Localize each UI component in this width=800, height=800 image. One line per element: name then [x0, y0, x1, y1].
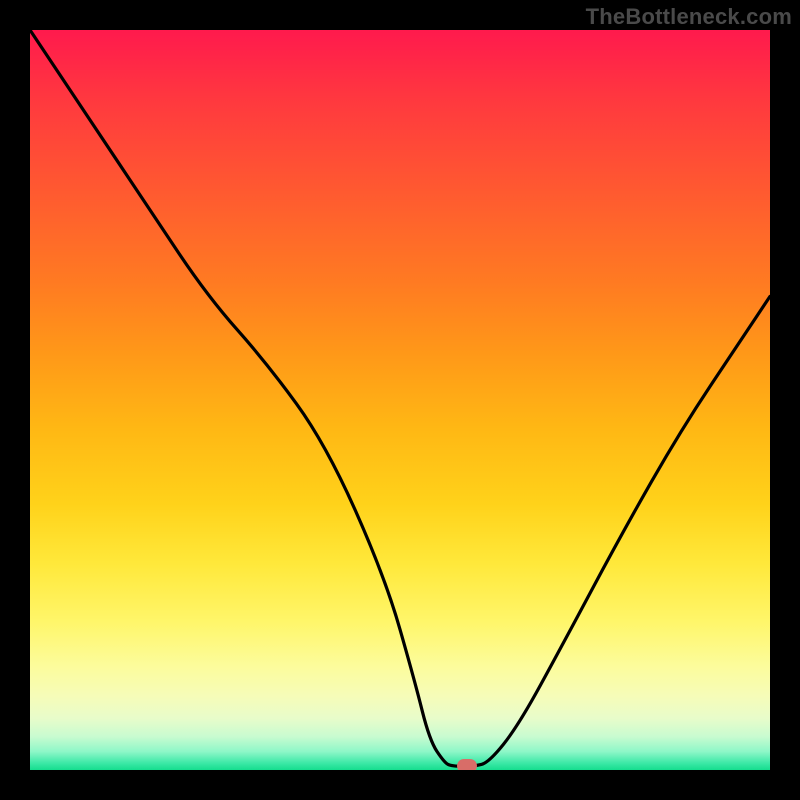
watermark-text: TheBottleneck.com: [586, 4, 792, 30]
plot-area: [30, 30, 770, 770]
chart-frame: TheBottleneck.com: [0, 0, 800, 800]
line-curve: [30, 30, 770, 770]
minimum-marker: [457, 759, 477, 770]
